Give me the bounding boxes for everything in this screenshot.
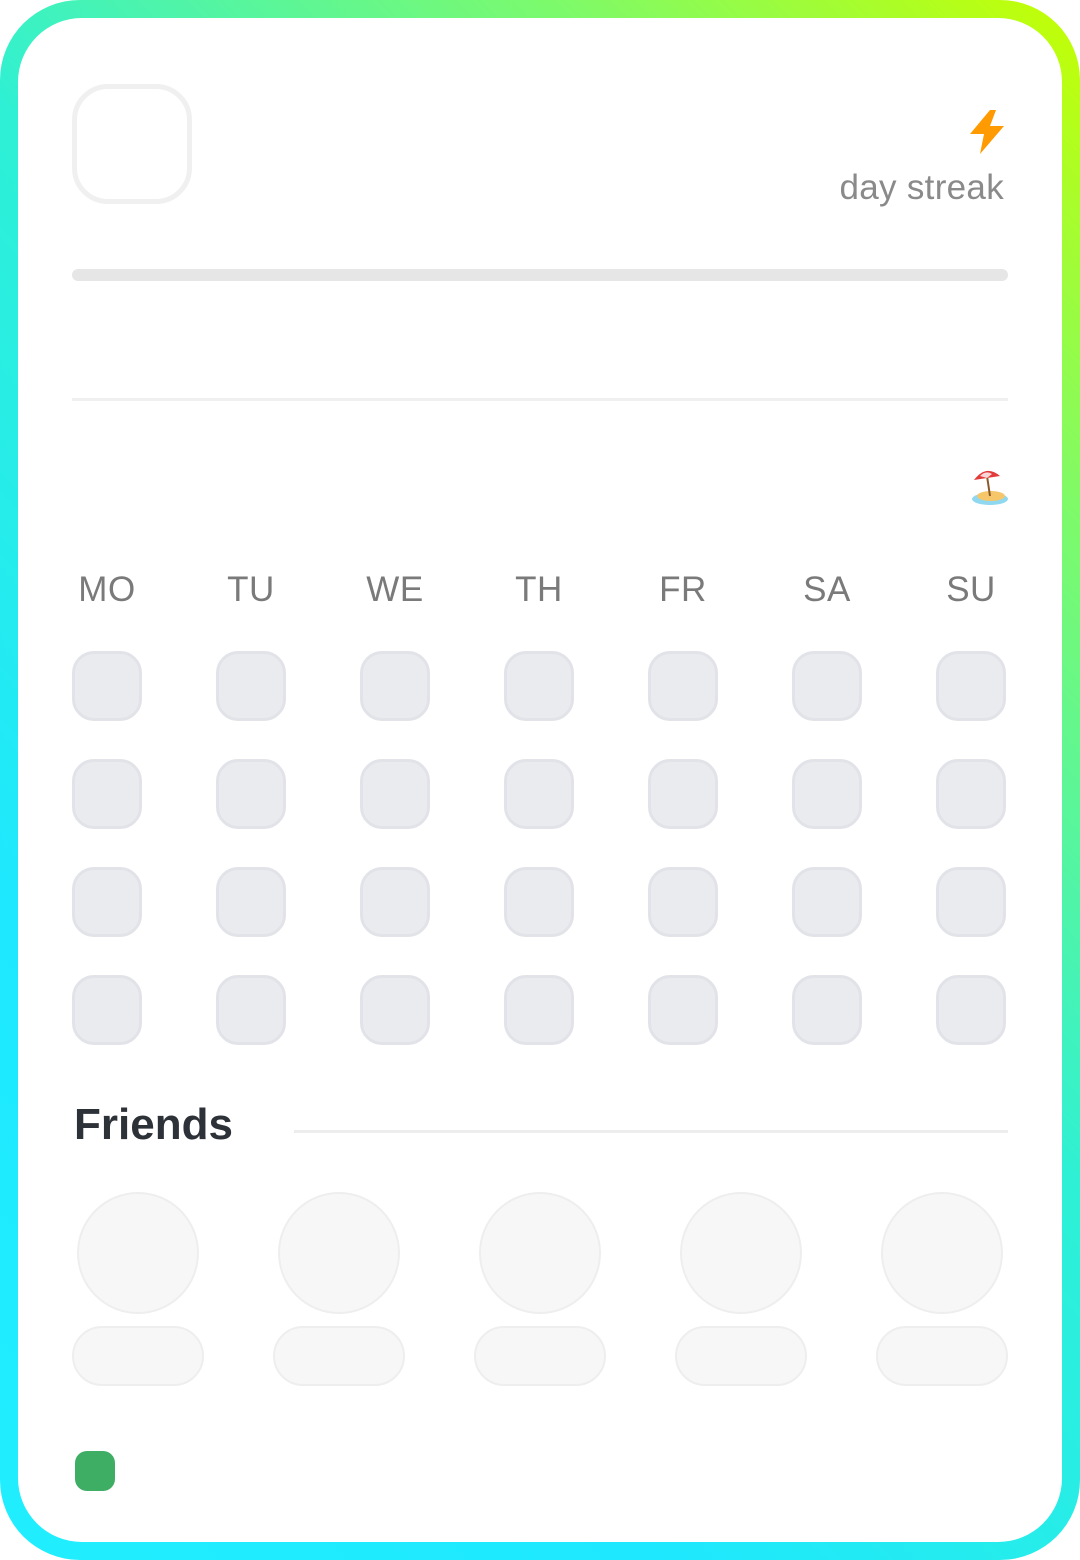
streak-label: day streak	[839, 168, 1004, 207]
calendar-day-cell[interactable]	[216, 651, 286, 721]
calendar-day-cell[interactable]	[360, 867, 430, 937]
calendar-day-cell[interactable]	[792, 975, 862, 1045]
status-indicator	[75, 1451, 115, 1491]
friend-avatar-placeholder[interactable]	[881, 1192, 1003, 1314]
lightning-bolt-icon	[970, 110, 1004, 154]
section-divider	[72, 398, 1008, 401]
calendar-day-cell[interactable]	[216, 975, 286, 1045]
weekday-label-tu: TU	[227, 570, 275, 609]
friend-avatar-placeholder[interactable]	[278, 1192, 400, 1314]
weekday-label-mo: MO	[78, 570, 136, 609]
friend-name-placeholder	[675, 1326, 807, 1386]
calendar-day-cell[interactable]	[792, 867, 862, 937]
friends-title: Friends	[74, 1100, 233, 1149]
calendar-day-cell[interactable]	[360, 651, 430, 721]
calendar-day-cell[interactable]	[504, 975, 574, 1045]
streak-progress-bar	[72, 269, 1008, 281]
card-gradient-border: day streak MO TU WE TH FR SA SU Friends	[0, 0, 1080, 1560]
calendar-day-cell[interactable]	[504, 867, 574, 937]
friend-name-placeholder	[273, 1326, 405, 1386]
friend-avatar-placeholder[interactable]	[479, 1192, 601, 1314]
weekday-label-fr: FR	[659, 570, 707, 609]
calendar-day-cell[interactable]	[648, 759, 718, 829]
calendar-day-cell[interactable]	[72, 867, 142, 937]
weekday-label-su: SU	[946, 570, 996, 609]
streak-card: day streak MO TU WE TH FR SA SU Friends	[18, 18, 1062, 1542]
calendar-day-cell[interactable]	[72, 651, 142, 721]
calendar-day-cell[interactable]	[504, 759, 574, 829]
calendar-day-cell[interactable]	[648, 651, 718, 721]
calendar-day-cell[interactable]	[792, 759, 862, 829]
calendar-day-cell[interactable]	[648, 975, 718, 1045]
friend-avatar-placeholder[interactable]	[77, 1192, 199, 1314]
weekday-label-sa: SA	[803, 570, 851, 609]
calendar-day-cell[interactable]	[360, 975, 430, 1045]
calendar-day-cell[interactable]	[72, 759, 142, 829]
calendar-day-cell[interactable]	[936, 759, 1006, 829]
calendar-day-cell[interactable]	[360, 759, 430, 829]
friend-name-placeholder	[72, 1326, 204, 1386]
calendar-day-cell[interactable]	[936, 867, 1006, 937]
friend-name-placeholder	[876, 1326, 1008, 1386]
weekday-label-th: TH	[515, 570, 563, 609]
calendar-day-cell[interactable]	[216, 867, 286, 937]
friend-avatar-placeholder[interactable]	[680, 1192, 802, 1314]
calendar-day-cell[interactable]	[216, 759, 286, 829]
calendar-day-cell[interactable]	[72, 975, 142, 1045]
weekday-label-we: WE	[366, 570, 424, 609]
calendar-day-cell[interactable]	[792, 651, 862, 721]
avatar-placeholder[interactable]	[72, 84, 192, 204]
calendar-day-cell[interactable]	[504, 651, 574, 721]
friend-name-placeholder	[474, 1326, 606, 1386]
friends-divider	[294, 1130, 1008, 1133]
calendar-day-cell[interactable]	[936, 975, 1006, 1045]
calendar-day-cell[interactable]	[936, 651, 1006, 721]
calendar-day-cell[interactable]	[648, 867, 718, 937]
beach-umbrella-icon	[972, 470, 1008, 505]
